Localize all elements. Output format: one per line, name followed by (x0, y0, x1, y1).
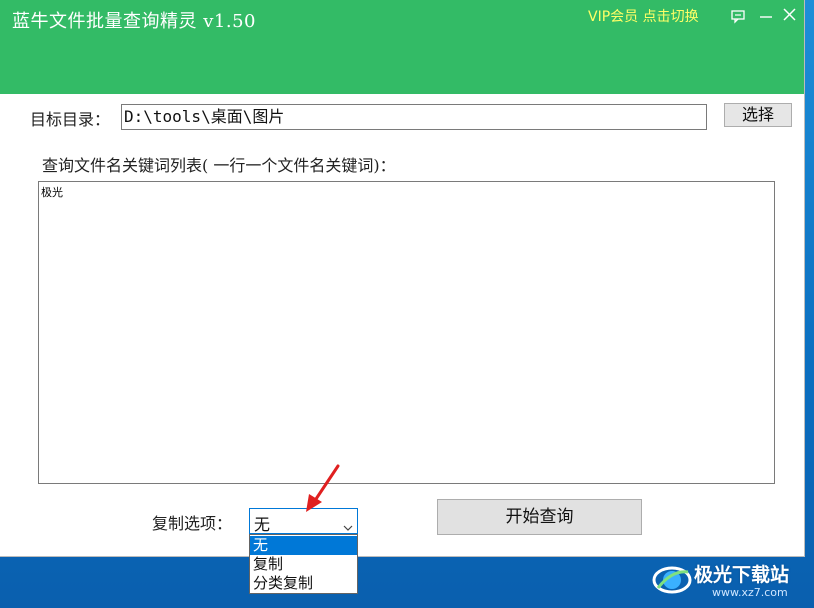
dropdown-option-none[interactable]: 无 (250, 536, 357, 555)
keywords-textarea[interactable]: 极光 (38, 181, 775, 484)
choose-button[interactable]: 选择 (724, 103, 792, 127)
copy-option-selected: 无 (254, 515, 271, 534)
start-query-button[interactable]: 开始查询 (437, 499, 642, 535)
copy-option-label: 复制选项： (152, 514, 233, 533)
minimize-icon[interactable] (755, 4, 777, 26)
title-bar[interactable]: 蓝牛文件批量查询精灵 v1.50 VIP会员 点击切换 (0, 0, 804, 94)
dropdown-option-category-copy[interactable]: 分类复制 (250, 574, 357, 593)
watermark-logo-icon (652, 566, 692, 594)
target-dir-input[interactable]: D:\tools\桌面\图片 (121, 104, 707, 130)
watermark-text: 极光下载站 (694, 564, 790, 586)
watermark: 极光下载站 www.xz7.com (650, 558, 810, 604)
feedback-icon[interactable] (727, 4, 749, 26)
vip-switch-link[interactable]: VIP会员 点击切换 (588, 6, 699, 26)
watermark-sub: www.xz7.com (712, 586, 788, 599)
keywords-label: 查询文件名关键词列表( 一行一个文件名关键词)： (42, 156, 396, 175)
target-dir-label: 目标目录： (30, 110, 111, 129)
dropdown-option-copy[interactable]: 复制 (250, 555, 357, 574)
close-icon[interactable] (779, 4, 801, 26)
annotation-arrow-icon (300, 462, 344, 518)
window-title: 蓝牛文件批量查询精灵 v1.50 (12, 11, 256, 32)
copy-option-dropdown: 无 复制 分类复制 (249, 534, 358, 594)
app-window: 蓝牛文件批量查询精灵 v1.50 VIP会员 点击切换 目标目录： D:\too… (0, 0, 805, 594)
